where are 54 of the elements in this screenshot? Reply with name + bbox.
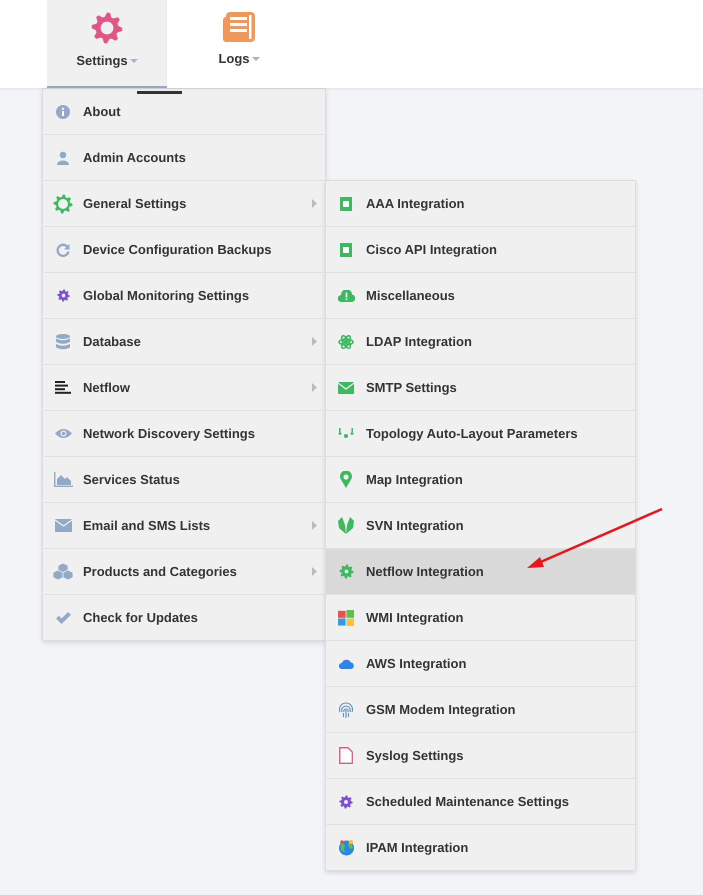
gear-icon <box>91 12 123 44</box>
menu-item[interactable]: Cisco API Integration <box>326 227 635 273</box>
map-pin-icon <box>340 471 352 488</box>
menu-item[interactable]: AAA Integration <box>326 181 635 227</box>
cubes-icon <box>53 563 73 580</box>
atom-icon <box>338 334 354 350</box>
chip-icon <box>340 242 352 256</box>
envelope-icon <box>54 519 72 532</box>
menu-item[interactable]: WMI Integration <box>326 595 635 641</box>
document-icon <box>339 747 353 764</box>
menu-item[interactable]: Syslog Settings <box>326 733 635 779</box>
menu-item[interactable]: Products and Categories <box>43 549 325 595</box>
gear-icon <box>338 564 354 579</box>
globe-icon <box>338 839 354 856</box>
envelope-icon <box>338 382 354 394</box>
v-logo-icon <box>338 517 354 534</box>
signal-icon <box>338 702 354 718</box>
dots-icon <box>338 428 354 440</box>
menu-item[interactable]: Scheduled Maintenance Settings <box>326 779 635 825</box>
menu-item[interactable]: AWS Integration <box>326 641 635 687</box>
tab-indicator <box>137 91 182 94</box>
menu-item[interactable]: IPAM Integration <box>326 825 635 870</box>
check-icon <box>56 612 70 624</box>
menu-item[interactable]: About <box>43 89 325 135</box>
eye-icon <box>54 428 72 439</box>
gear-icon <box>56 289 70 302</box>
cloud-alert-icon <box>338 290 354 302</box>
nav-tab[interactable]: Logs <box>179 0 299 88</box>
menu-item[interactable]: Email and SMS Lists <box>43 503 325 549</box>
menu-item[interactable]: General Settings <box>43 181 325 227</box>
menu-item[interactable]: LDAP Integration <box>326 319 635 365</box>
menu-item[interactable]: Miscellaneous <box>326 273 635 319</box>
menu-item[interactable]: Map Integration <box>326 457 635 503</box>
menu-item[interactable]: Admin Accounts <box>43 135 325 181</box>
menu-item[interactable]: Services Status <box>43 457 325 503</box>
database-icon <box>56 334 70 350</box>
menu-item[interactable]: SMTP Settings <box>326 365 635 411</box>
user-icon <box>56 150 70 164</box>
menu-item[interactable]: Topology Auto-Layout Parameters <box>326 411 635 457</box>
gear-icon <box>339 794 353 808</box>
newspaper-icon <box>223 12 255 42</box>
nav-tab[interactable]: Settings <box>47 0 167 88</box>
info-icon <box>56 104 70 118</box>
area-chart-icon <box>54 472 72 487</box>
menu-item[interactable]: Database <box>43 319 325 365</box>
menu-item[interactable]: GSM Modem Integration <box>326 687 635 733</box>
lines-icon <box>55 381 71 394</box>
cloud-icon <box>338 658 354 668</box>
gear-icon <box>53 194 73 214</box>
chip-icon <box>340 196 352 210</box>
refresh-icon <box>56 242 70 256</box>
menu-item[interactable]: Netflow Integration <box>326 549 635 595</box>
windows-icon <box>338 610 354 626</box>
menu-item[interactable]: Check for Updates <box>43 595 325 640</box>
